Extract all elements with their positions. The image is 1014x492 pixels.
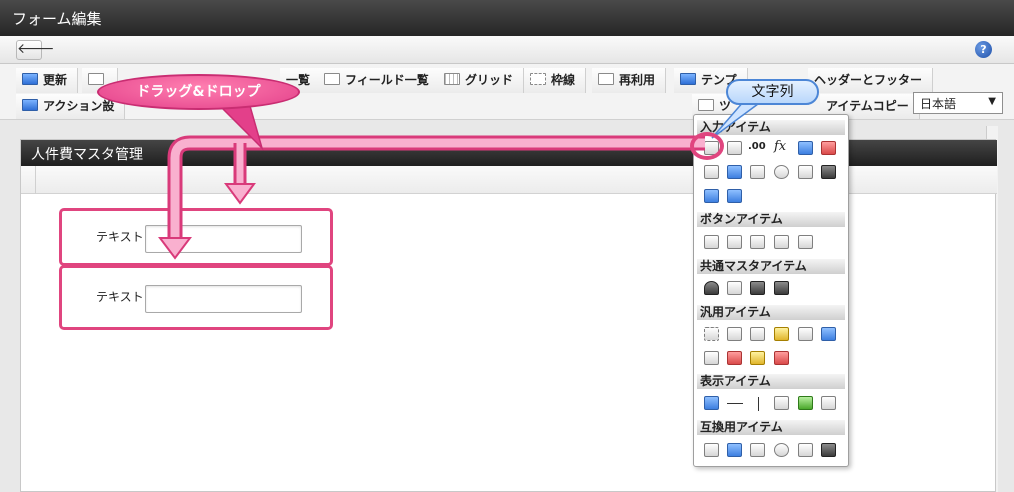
number-item-icon[interactable]: .00 — [748, 141, 766, 152]
compat-checkbox-icon[interactable] — [750, 443, 765, 457]
textarea-item-icon[interactable] — [727, 141, 742, 155]
next-button-icon[interactable] — [727, 235, 742, 249]
file-in-item-icon[interactable] — [798, 327, 813, 341]
upload-item-icon[interactable] — [704, 189, 719, 203]
date-item-icon[interactable] — [798, 141, 813, 155]
compat-combo-icon[interactable] — [821, 443, 836, 457]
user-item-icon[interactable] — [704, 281, 719, 295]
return-button-icon[interactable] — [774, 235, 789, 249]
string-item-highlight — [690, 132, 724, 160]
forward-button-icon[interactable] — [798, 235, 813, 249]
file-out-item-icon[interactable] — [821, 327, 836, 341]
text-item-label: テキスト — [96, 290, 144, 304]
window-titlebar: フォーム編集 — [0, 0, 1014, 36]
form-subbar — [21, 166, 997, 194]
text-input[interactable] — [145, 225, 302, 253]
group-item-icon[interactable] — [774, 281, 789, 295]
back-button[interactable]: 🡐 — [16, 40, 55, 60]
template-icon — [680, 73, 696, 85]
compat-list-icon[interactable] — [727, 443, 742, 457]
schedule-item-icon[interactable] — [774, 351, 789, 365]
label-item-icon[interactable] — [704, 396, 719, 410]
text-style-item-icon[interactable] — [821, 396, 836, 410]
camera-item-icon[interactable] — [750, 327, 765, 341]
tree-item-icon[interactable] — [750, 351, 765, 365]
checkbox-item-icon[interactable] — [750, 165, 765, 179]
text-item-label: テキスト — [96, 230, 144, 244]
language-select[interactable]: 日本語 ▼ — [913, 92, 1003, 114]
field-list-button[interactable]: フィールド一覧 — [318, 68, 440, 93]
toolbox-icon — [698, 99, 714, 111]
select-item-icon[interactable] — [704, 165, 719, 179]
text-input[interactable] — [145, 285, 302, 313]
update-icon — [22, 73, 38, 85]
compat-select-icon[interactable] — [704, 443, 719, 457]
palette-section-common-master: 共通マスタアイテム — [697, 259, 845, 274]
palette-section-button: ボタンアイテム — [697, 212, 845, 227]
action-icon — [22, 99, 38, 111]
field-list-icon — [324, 73, 340, 85]
frame-item-icon[interactable] — [704, 351, 719, 365]
drag-drop-callout: ドラッグ&ドロップ — [97, 74, 300, 110]
vertical-line-icon[interactable] — [758, 397, 759, 411]
button-item-icon[interactable] — [704, 235, 719, 249]
palette-section-general: 汎用アイテム — [697, 305, 845, 320]
radio-item-icon[interactable] — [774, 165, 789, 179]
organization-item-icon[interactable] — [727, 281, 742, 295]
combo-item-icon[interactable] — [821, 165, 836, 179]
table-item-icon[interactable] — [727, 189, 742, 203]
form-title: 人件費マスタ管理 — [21, 140, 997, 166]
navigation-bar: 🡐 ? — [0, 36, 1014, 64]
grid-button[interactable]: グリッド — [438, 68, 525, 93]
formula-item-icon[interactable]: fx — [774, 139, 786, 154]
back-button-icon[interactable] — [750, 235, 765, 249]
frame-line-button[interactable]: 枠線 — [524, 68, 587, 93]
palette-section-compat: 互換用アイテム — [697, 420, 845, 435]
horizontal-line-icon[interactable] — [727, 403, 743, 404]
divider — [35, 166, 36, 194]
chevron-down-icon: ▼ — [988, 96, 996, 107]
window-title: フォーム編集 — [12, 10, 102, 28]
search-item-icon[interactable] — [774, 327, 789, 341]
position-item-icon[interactable] — [750, 281, 765, 295]
update-button[interactable]: 更新 — [16, 68, 79, 93]
hidden-item-icon[interactable] — [704, 327, 719, 341]
frame-line-icon — [530, 73, 546, 85]
image-icon — [88, 73, 104, 85]
image-item-icon[interactable] — [727, 351, 742, 365]
pulldown-item-icon[interactable] — [798, 165, 813, 179]
calendar-item-icon[interactable] — [821, 141, 836, 155]
help-icon[interactable]: ? — [975, 41, 992, 58]
box-item-icon[interactable] — [774, 396, 789, 410]
palette-section-input: 入力アイテム — [697, 120, 845, 135]
document-item-icon[interactable] — [727, 327, 742, 341]
compat-pulldown-icon[interactable] — [798, 443, 813, 457]
palette-section-display: 表示アイテム — [697, 374, 845, 389]
item-palette: 入力アイテム .00 fx ボタンアイテム 共通マスタアイテム 汎用アイテム 表… — [693, 114, 849, 467]
grid-icon — [444, 73, 460, 85]
list-item-icon[interactable] — [727, 165, 742, 179]
reuse-button[interactable]: 再利用 — [592, 68, 667, 93]
reuse-icon — [598, 73, 614, 85]
string-callout: 文字列 — [726, 79, 819, 105]
compat-radio-icon[interactable] — [774, 443, 789, 457]
picture-item-icon[interactable] — [798, 396, 813, 410]
header-footer-button[interactable]: ヘッダーとフッター — [808, 68, 934, 93]
